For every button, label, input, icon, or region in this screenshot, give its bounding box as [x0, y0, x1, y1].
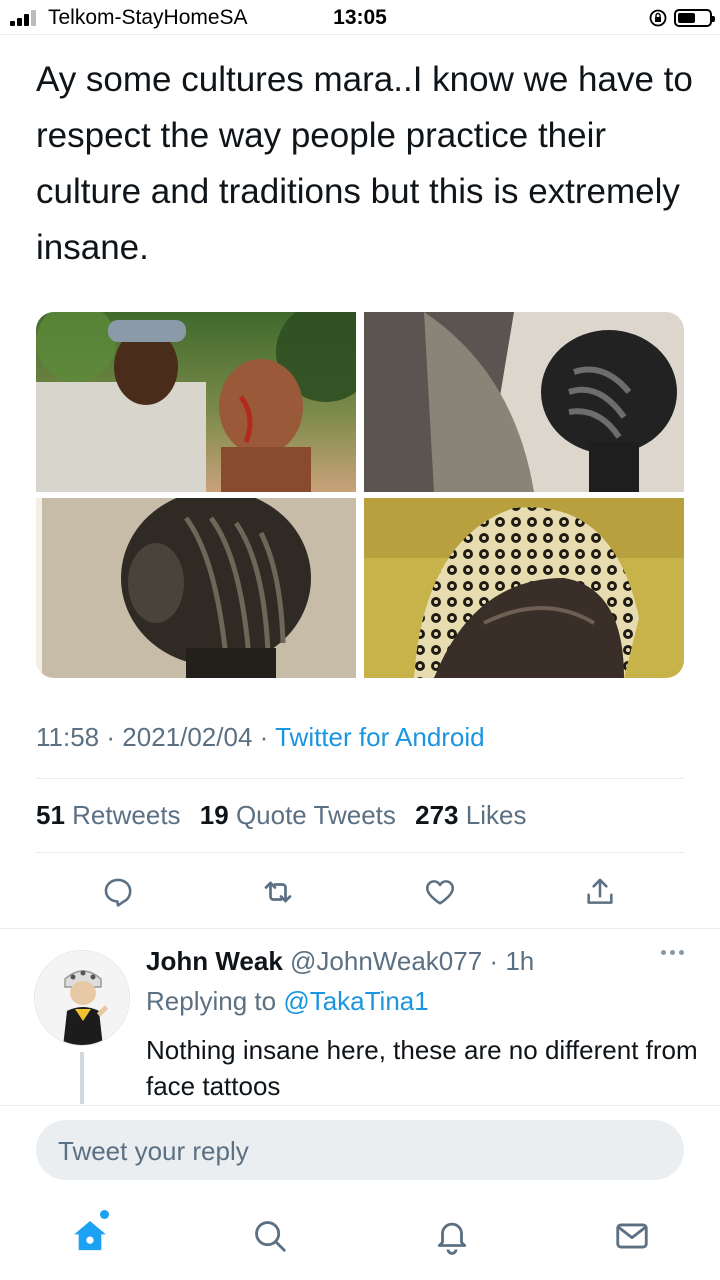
messages-icon[interactable] — [610, 1214, 654, 1258]
divider — [0, 928, 720, 929]
tweet-source-link[interactable]: Twitter for Android — [275, 722, 485, 752]
like-icon[interactable] — [420, 872, 460, 912]
tweet-meta: 11:58 · 2021/02/04 · Twitter for Android — [36, 722, 485, 752]
tweet-media-grid[interactable] — [36, 312, 684, 678]
search-icon[interactable] — [248, 1214, 292, 1258]
media-photo-2[interactable] — [364, 312, 684, 492]
reply-author-handle[interactable]: @JohnWeak077 — [290, 946, 482, 976]
home-icon[interactable] — [68, 1214, 112, 1258]
tweet-time: 11:58 — [36, 722, 100, 752]
divider — [36, 852, 684, 853]
share-icon[interactable] — [580, 872, 620, 912]
replying-to-link[interactable]: @TakaTina1 — [283, 986, 428, 1016]
tweet-date: 2021/02/04 — [122, 722, 253, 752]
reply-author-name[interactable]: John Weak — [146, 946, 283, 976]
reply-age: 1h — [505, 946, 535, 976]
reply-text: Nothing insane here, these are no differ… — [146, 1035, 698, 1101]
tweet-text: Ay some cultures mara..I know we have to… — [36, 60, 693, 267]
reply-input[interactable]: Tweet your reply — [36, 1120, 684, 1180]
notifications-icon[interactable] — [430, 1214, 474, 1258]
status-time: 13:05 — [333, 6, 387, 29]
replying-to: Replying to @TakaTina1 — [146, 986, 429, 1016]
retweets-stat[interactable]: 51 Retweets — [36, 800, 181, 830]
media-photo-3[interactable] — [36, 498, 356, 678]
status-bar: Telkom-StayHomeSA 13:05 — [0, 0, 720, 36]
media-photo-1[interactable] — [36, 312, 356, 492]
media-photo-4[interactable] — [364, 498, 684, 678]
orientation-lock-icon — [649, 9, 667, 27]
divider — [0, 1105, 720, 1106]
reply-icon[interactable] — [98, 872, 138, 912]
avatar[interactable] — [34, 950, 130, 1046]
quotes-stat[interactable]: 19 Quote Tweets — [200, 800, 396, 830]
retweet-icon[interactable] — [258, 872, 298, 912]
thread-line — [80, 1052, 84, 1104]
more-options-icon[interactable] — [661, 950, 684, 955]
battery-level — [678, 13, 695, 23]
tweet-stats: 51 Retweets 19 Quote Tweets 273 Likes — [36, 800, 526, 831]
likes-stat[interactable]: 273 Likes — [415, 800, 526, 830]
battery-icon — [674, 9, 715, 27]
reply-header: John Weak @JohnWeak077 · 1h — [146, 946, 535, 976]
tweet-actions — [0, 872, 720, 912]
divider — [36, 778, 684, 779]
